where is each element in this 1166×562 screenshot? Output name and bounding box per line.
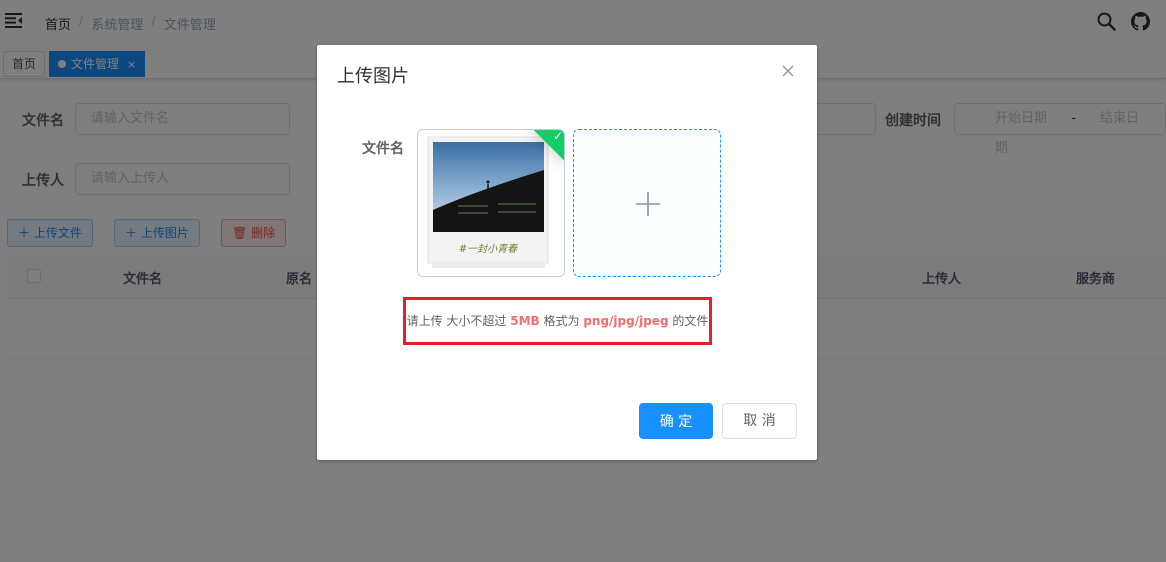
uploaded-image-thumbnail[interactable]: #一封小青春 ✓ bbox=[417, 129, 565, 277]
tip-formats: png/jpg/jpeg bbox=[583, 314, 669, 328]
upload-tip-highlight: 请上传 大小不超过 5MB 格式为 png/jpg/jpeg 的文件 bbox=[403, 297, 712, 345]
upload-tip: 请上传 大小不超过 5MB 格式为 png/jpg/jpeg 的文件 bbox=[406, 300, 709, 342]
tip-size: 5MB bbox=[510, 314, 540, 328]
tip-prefix: 请上传 大小不超过 bbox=[406, 314, 511, 328]
tip-middle: 格式为 bbox=[539, 314, 584, 328]
plus-icon bbox=[636, 192, 660, 216]
svg-text:#一封小青春: #一封小青春 bbox=[459, 243, 518, 255]
dialog-title: 上传图片 bbox=[337, 66, 409, 87]
tip-suffix: 的文件 bbox=[668, 314, 709, 328]
cancel-button[interactable]: 取 消 bbox=[722, 403, 797, 439]
upload-field-label: 文件名 bbox=[362, 141, 404, 157]
upload-image-dialog: 上传图片 文件名 #一封小青春 ✓ 请上传 大小不超过 5MB 格式为 png/… bbox=[317, 45, 817, 460]
confirm-button[interactable]: 确 定 bbox=[639, 403, 713, 439]
add-image-button[interactable] bbox=[573, 129, 721, 277]
polaroid-photo-image: #一封小青春 bbox=[418, 130, 564, 276]
close-icon[interactable] bbox=[780, 63, 796, 79]
checkmark-icon: ✓ bbox=[552, 129, 564, 144]
